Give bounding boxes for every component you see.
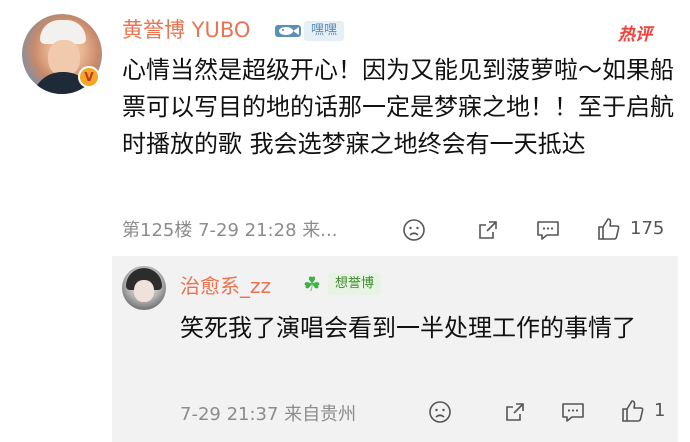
reply-comment-icon[interactable]	[560, 400, 586, 424]
comment-floor-time: 第125楼 7-29 21:28 来...	[122, 220, 338, 241]
dislike-face-icon[interactable]	[402, 218, 426, 242]
share-icon[interactable]	[476, 218, 500, 242]
comment-icon[interactable]	[535, 218, 561, 242]
fan-badge[interactable]: 嘿嘿	[274, 20, 345, 42]
reply-share-icon[interactable]	[503, 400, 527, 424]
reply-like-icon[interactable]	[620, 398, 646, 424]
hot-comment-label: 热评	[618, 25, 652, 45]
reply-user-avatar[interactable]	[122, 266, 166, 310]
reply-username[interactable]: 治愈系_zz	[180, 270, 271, 299]
comment-text: 心情当然是超级开心！因为又能见到菠萝啦～如果船票可以写目的地的话那一定是梦寐之地…	[122, 56, 674, 158]
clover-icon: ☘	[303, 272, 321, 296]
verified-badge-icon: V	[78, 66, 100, 88]
reply-dislike-face-icon[interactable]	[428, 400, 452, 424]
like-count: 175	[630, 218, 665, 239]
reply-fan-badge[interactable]: 想誉博	[328, 273, 382, 295]
reply-time-location: 7-29 21:37 来自贵州	[180, 404, 357, 425]
fan-badge-label: 嘿嘿	[304, 21, 345, 41]
comment-username[interactable]: 黄誉博 YUBO	[122, 14, 250, 44]
reply-text: 笑死我了演唱会看到一半处理工作的事情了	[180, 314, 636, 342]
like-icon[interactable]	[596, 216, 622, 242]
reply-like-count: 1	[654, 400, 666, 421]
fan-fish-icon	[275, 25, 301, 37]
